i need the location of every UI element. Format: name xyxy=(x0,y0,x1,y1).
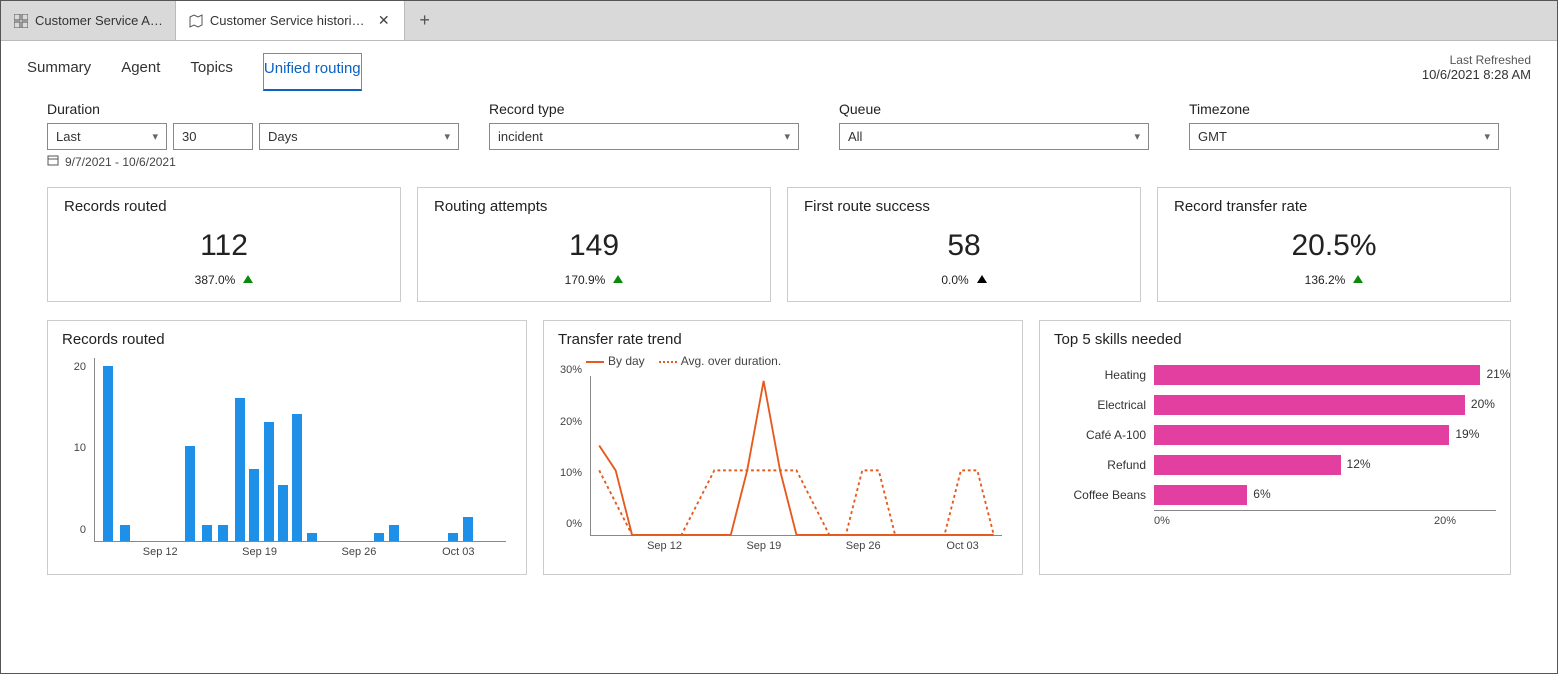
chart-legend: By day Avg. over duration. xyxy=(558,354,1008,368)
timezone-select[interactable]: GMT ▾ xyxy=(1189,123,1499,150)
bar xyxy=(202,525,212,541)
filter-label: Timezone xyxy=(1189,101,1499,117)
skill-row: Electrical20% xyxy=(1054,390,1496,420)
kpi-title: First route success xyxy=(804,198,1124,215)
duration-value-input[interactable]: 30 xyxy=(173,123,253,150)
trend-up-icon xyxy=(613,275,623,283)
chevron-down-icon: ▾ xyxy=(444,130,450,143)
bar xyxy=(307,533,317,541)
kpi-delta: 0.0% xyxy=(804,273,1124,287)
kpi-delta: 136.2% xyxy=(1174,273,1494,287)
new-tab-button[interactable]: + xyxy=(405,1,445,40)
tab-label: Customer Service A… xyxy=(35,13,163,28)
trend-up-icon xyxy=(243,275,253,283)
kpi-value: 112 xyxy=(64,229,384,263)
bar xyxy=(218,525,228,541)
grid-icon xyxy=(13,13,29,29)
bar xyxy=(103,366,113,541)
window-tabstrip: Customer Service A… Customer Service his… xyxy=(1,1,1557,41)
report-nav: Summary Agent Topics Unified routing xyxy=(27,53,362,91)
nav-agent[interactable]: Agent xyxy=(121,53,160,91)
record-type-select[interactable]: incident ▾ xyxy=(489,123,799,150)
chart-title: Top 5 skills needed xyxy=(1054,331,1496,348)
kpi-delta: 170.9% xyxy=(434,273,754,287)
tab-cs-historic[interactable]: Customer Service historic… ✕ xyxy=(176,1,405,40)
line-chart: 0%10%20%30% Sep 12Sep 19Sep 26Oct 03 xyxy=(558,372,1008,558)
close-icon[interactable]: ✕ xyxy=(376,12,392,29)
bar xyxy=(278,485,288,541)
chart-title: Transfer rate trend xyxy=(558,331,1008,348)
kpi-title: Record transfer rate xyxy=(1174,198,1494,215)
chevron-down-icon: ▾ xyxy=(152,130,158,143)
legend-by-day: By day xyxy=(608,354,645,368)
map-icon xyxy=(188,13,204,29)
calendar-icon xyxy=(47,154,59,169)
filter-label: Duration xyxy=(47,101,459,117)
kpi-first-route-success: First route success 58 0.0% xyxy=(787,187,1141,302)
kpi-title: Routing attempts xyxy=(434,198,754,215)
duration-mode-select[interactable]: Last ▾ xyxy=(47,123,167,150)
chart-records-routed: Records routed 01020 Sep 12Sep 19Sep 26O… xyxy=(47,320,527,575)
horizontal-bar-chart: Heating21%Electrical20%Café A-10019%Refu… xyxy=(1054,354,1496,527)
chevron-down-icon: ▾ xyxy=(1484,130,1490,143)
skill-row: Refund12% xyxy=(1054,450,1496,480)
chart-top-5-skills: Top 5 skills needed Heating21%Electrical… xyxy=(1039,320,1511,575)
trend-up-icon xyxy=(977,275,987,283)
nav-topics[interactable]: Topics xyxy=(190,53,233,91)
bar xyxy=(120,525,130,541)
kpi-delta: 387.0% xyxy=(64,273,384,287)
bar xyxy=(264,422,274,541)
last-refreshed: Last Refreshed 10/6/2021 8:28 AM xyxy=(1422,53,1531,82)
bar xyxy=(389,525,399,541)
filter-label: Record type xyxy=(489,101,799,117)
date-range-text: 9/7/2021 - 10/6/2021 xyxy=(65,155,176,169)
kpi-title: Records routed xyxy=(64,198,384,215)
bar xyxy=(448,533,458,541)
kpi-records-routed: Records routed 112 387.0% xyxy=(47,187,401,302)
duration-unit-select[interactable]: Days ▾ xyxy=(259,123,459,150)
kpi-record-transfer-rate: Record transfer rate 20.5% 136.2% xyxy=(1157,187,1511,302)
chart-title: Records routed xyxy=(62,331,512,348)
kpi-routing-attempts: Routing attempts 149 170.9% xyxy=(417,187,771,302)
bar-chart: 01020 Sep 12Sep 19Sep 26Oct 03 xyxy=(62,354,512,564)
skill-row: Heating21% xyxy=(1054,360,1496,390)
nav-unified-routing[interactable]: Unified routing xyxy=(263,53,362,91)
skill-row: Coffee Beans6% xyxy=(1054,480,1496,510)
bar xyxy=(249,469,259,541)
kpi-value: 58 xyxy=(804,229,1124,263)
trend-up-icon xyxy=(1353,275,1363,283)
chevron-down-icon: ▾ xyxy=(784,130,790,143)
bar xyxy=(235,398,245,541)
skill-row: Café A-10019% xyxy=(1054,420,1496,450)
kpi-value: 149 xyxy=(434,229,754,263)
nav-summary[interactable]: Summary xyxy=(27,53,91,91)
bar xyxy=(374,533,384,541)
chevron-down-icon: ▾ xyxy=(1134,130,1140,143)
bar xyxy=(463,517,473,541)
kpi-value: 20.5% xyxy=(1174,229,1494,263)
bar xyxy=(185,446,195,541)
last-refreshed-label: Last Refreshed xyxy=(1422,53,1531,67)
filter-bar: Duration Last ▾ 30 Days ▾ Record type in… xyxy=(1,91,1557,150)
bar xyxy=(292,414,302,541)
queue-select[interactable]: All ▾ xyxy=(839,123,1149,150)
chart-transfer-rate-trend: Transfer rate trend By day Avg. over dur… xyxy=(543,320,1023,575)
last-refreshed-value: 10/6/2021 8:28 AM xyxy=(1422,67,1531,82)
filter-label: Queue xyxy=(839,101,1149,117)
legend-avg: Avg. over duration. xyxy=(681,354,782,368)
kpi-row: Records routed 112 387.0% Routing attemp… xyxy=(1,169,1557,302)
tab-cs-analytics[interactable]: Customer Service A… xyxy=(1,1,176,40)
tab-label: Customer Service historic… xyxy=(210,13,370,28)
